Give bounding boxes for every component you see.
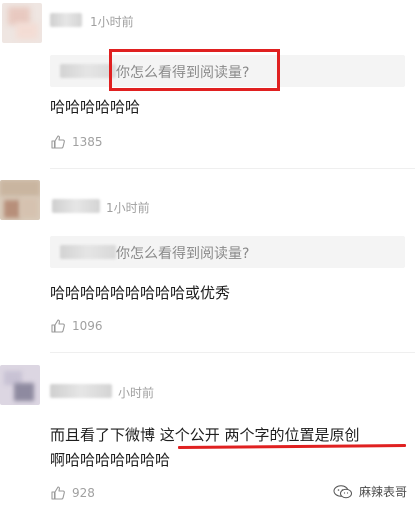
highlight-box	[109, 49, 280, 91]
divider	[50, 352, 415, 353]
comment-text-line-1: 而且看了下微博 这个公开 两个字的位置是原创	[50, 426, 360, 444]
username-blurred[interactable]	[50, 13, 82, 27]
comment-time: 1小时前	[106, 201, 150, 215]
thumbs-up-icon	[51, 319, 65, 333]
like-button[interactable]: 1096	[50, 318, 103, 334]
like-button[interactable]: 928	[50, 485, 95, 501]
quoted-text: 你怎么看得到阅读量?	[116, 246, 250, 262]
comment-text: 哈哈哈哈哈哈哈哈哈或优秀	[50, 284, 231, 302]
watermark: 麻辣表哥	[333, 483, 407, 500]
avatar[interactable]	[0, 180, 40, 220]
wechat-icon	[333, 484, 352, 498]
username-blurred[interactable]	[50, 384, 112, 398]
avatar[interactable]	[2, 3, 42, 43]
like-button[interactable]: 1385	[50, 134, 103, 150]
thumbs-up-icon	[51, 135, 65, 149]
divider	[50, 168, 415, 169]
avatar[interactable]	[0, 365, 40, 405]
quoted-username-blurred	[60, 245, 116, 259]
username-blurred[interactable]	[52, 199, 100, 213]
like-count: 928	[72, 486, 95, 500]
quoted-comment[interactable]: 你怎么看得到阅读量?	[50, 236, 405, 268]
comment-time: 1小时前	[90, 15, 134, 29]
thumbs-up-icon	[51, 486, 65, 500]
highlight-underline	[177, 444, 407, 449]
comment-time: 小时前	[118, 386, 155, 400]
like-count: 1385	[72, 135, 103, 149]
comment-text-line-2: 啊哈哈哈哈哈哈哈	[50, 451, 171, 469]
comment-text: 哈哈哈哈哈哈	[50, 98, 141, 116]
like-count: 1096	[72, 319, 103, 333]
quoted-username-blurred	[60, 64, 116, 78]
watermark-label: 麻辣表哥	[358, 485, 407, 499]
